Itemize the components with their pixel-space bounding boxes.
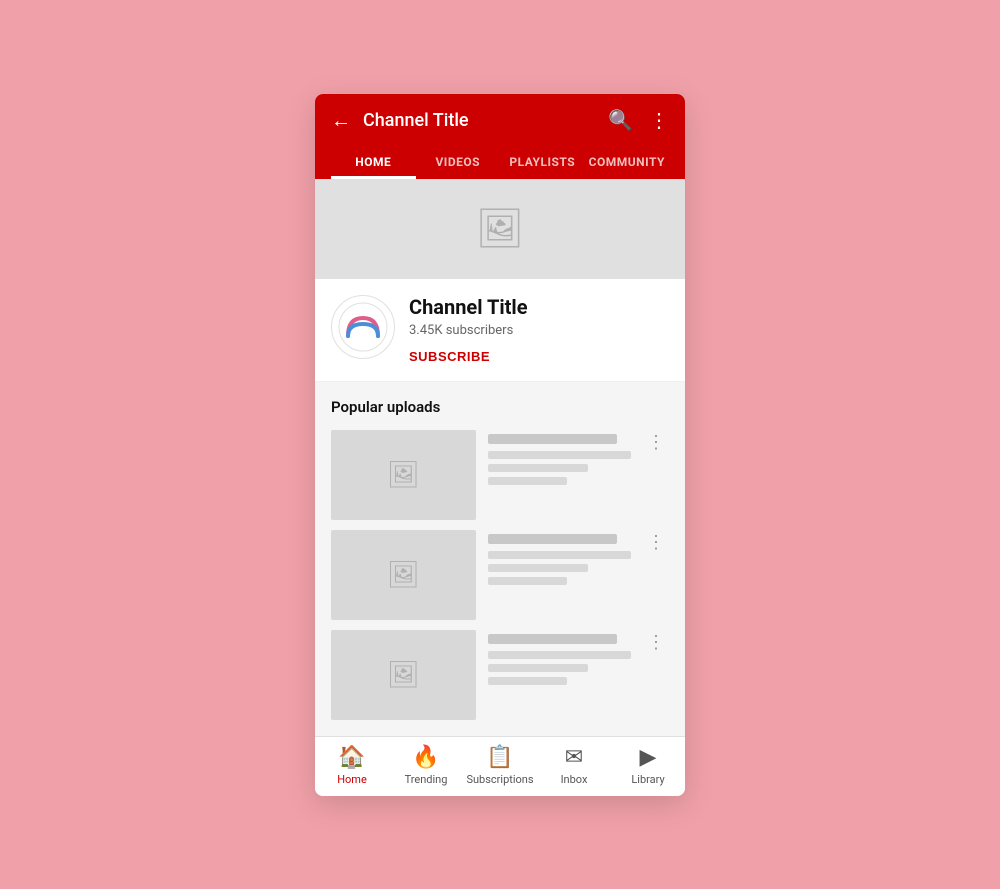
video-sub-bar-shorter — [488, 677, 567, 685]
video-item: 🖼 ⋮ — [331, 630, 669, 720]
video-list: 🖼 ⋮ 🖼 — [331, 430, 669, 720]
top-bar: ← Channel Title 🔍 ⋮ HOME VIDEOS PLAYLIST… — [315, 94, 685, 179]
channel-title-header: Channel Title — [363, 110, 469, 131]
channel-info: Channel Title 3.45K subscribers SUBSCRIB… — [315, 279, 685, 382]
video-sub-bar-short — [488, 464, 588, 472]
video-sub-bar-short — [488, 664, 588, 672]
video-sub-bar-short — [488, 564, 588, 572]
home-icon: 🏠 — [338, 745, 365, 770]
video-thumbnail[interactable]: 🖼 — [331, 430, 476, 520]
inbox-icon: ✉ — [565, 745, 583, 770]
nav-item-library[interactable]: ▶ Library — [611, 745, 685, 786]
video-title-bar — [488, 634, 617, 644]
trending-icon: 🔥 — [412, 745, 439, 770]
subscriptions-icon: 📋 — [486, 745, 513, 770]
video-sub-bar — [488, 651, 631, 659]
tab-playlists[interactable]: PLAYLISTS — [500, 145, 585, 179]
avatar — [331, 295, 395, 359]
phone-container: ← Channel Title 🔍 ⋮ HOME VIDEOS PLAYLIST… — [315, 94, 685, 796]
thumbnail-placeholder-icon: 🖼 — [387, 660, 420, 690]
back-button[interactable]: ← — [331, 108, 351, 133]
thumbnail-placeholder-icon: 🖼 — [387, 560, 420, 590]
tab-community[interactable]: COMMUNITY — [585, 145, 670, 179]
nav-item-home[interactable]: 🏠 Home — [315, 745, 389, 786]
video-sub-bar — [488, 551, 631, 559]
nav-item-subscriptions[interactable]: 📋 Subscriptions — [463, 745, 537, 786]
nav-label-home: Home — [337, 773, 367, 786]
video-title-bar — [488, 534, 617, 544]
bottom-nav: 🏠 Home 🔥 Trending 📋 Subscriptions ✉ Inbo… — [315, 736, 685, 796]
video-title-bar — [488, 434, 617, 444]
nav-item-inbox[interactable]: ✉ Inbox — [537, 745, 611, 786]
video-thumbnail[interactable]: 🖼 — [331, 630, 476, 720]
nav-label-trending: Trending — [405, 773, 448, 786]
channel-banner: 🖼 — [315, 179, 685, 279]
video-more-icon[interactable]: ⋮ — [643, 530, 669, 555]
video-sub-bar-shorter — [488, 477, 567, 485]
video-meta — [488, 530, 631, 590]
content-area: Popular uploads 🖼 ⋮ 🖼 — [315, 382, 685, 736]
top-bar-icons: 🔍 ⋮ — [608, 108, 669, 132]
subscriber-count: 3.45K subscribers — [409, 323, 669, 338]
channel-details: Channel Title 3.45K subscribers SUBSCRIB… — [409, 295, 669, 365]
thumbnail-placeholder-icon: 🖼 — [387, 460, 420, 490]
section-title-popular: Popular uploads — [331, 398, 669, 416]
video-sub-bar — [488, 451, 631, 459]
search-icon[interactable]: 🔍 — [608, 108, 633, 132]
video-meta — [488, 430, 631, 490]
video-item: 🖼 ⋮ — [331, 530, 669, 620]
top-bar-header: ← Channel Title 🔍 ⋮ — [331, 108, 669, 145]
nav-label-subscriptions: Subscriptions — [466, 773, 533, 786]
video-more-icon[interactable]: ⋮ — [643, 630, 669, 655]
tab-videos[interactable]: VIDEOS — [416, 145, 501, 179]
video-sub-bar-shorter — [488, 577, 567, 585]
video-meta — [488, 630, 631, 690]
banner-placeholder-icon: 🖼 — [476, 207, 524, 251]
tab-home[interactable]: HOME — [331, 145, 416, 179]
nav-label-library: Library — [631, 773, 664, 786]
video-more-icon[interactable]: ⋮ — [643, 430, 669, 455]
video-thumbnail[interactable]: 🖼 — [331, 530, 476, 620]
channel-name: Channel Title — [409, 295, 669, 319]
library-icon: ▶ — [640, 745, 657, 770]
nav-label-inbox: Inbox — [561, 773, 588, 786]
subscribe-button[interactable]: SUBSCRIBE — [409, 349, 490, 364]
nav-item-trending[interactable]: 🔥 Trending — [389, 745, 463, 786]
tabs: HOME VIDEOS PLAYLISTS COMMUNITY — [331, 145, 669, 179]
video-item: 🖼 ⋮ — [331, 430, 669, 520]
more-vert-icon[interactable]: ⋮ — [649, 108, 669, 132]
top-bar-left: ← Channel Title — [331, 108, 469, 133]
